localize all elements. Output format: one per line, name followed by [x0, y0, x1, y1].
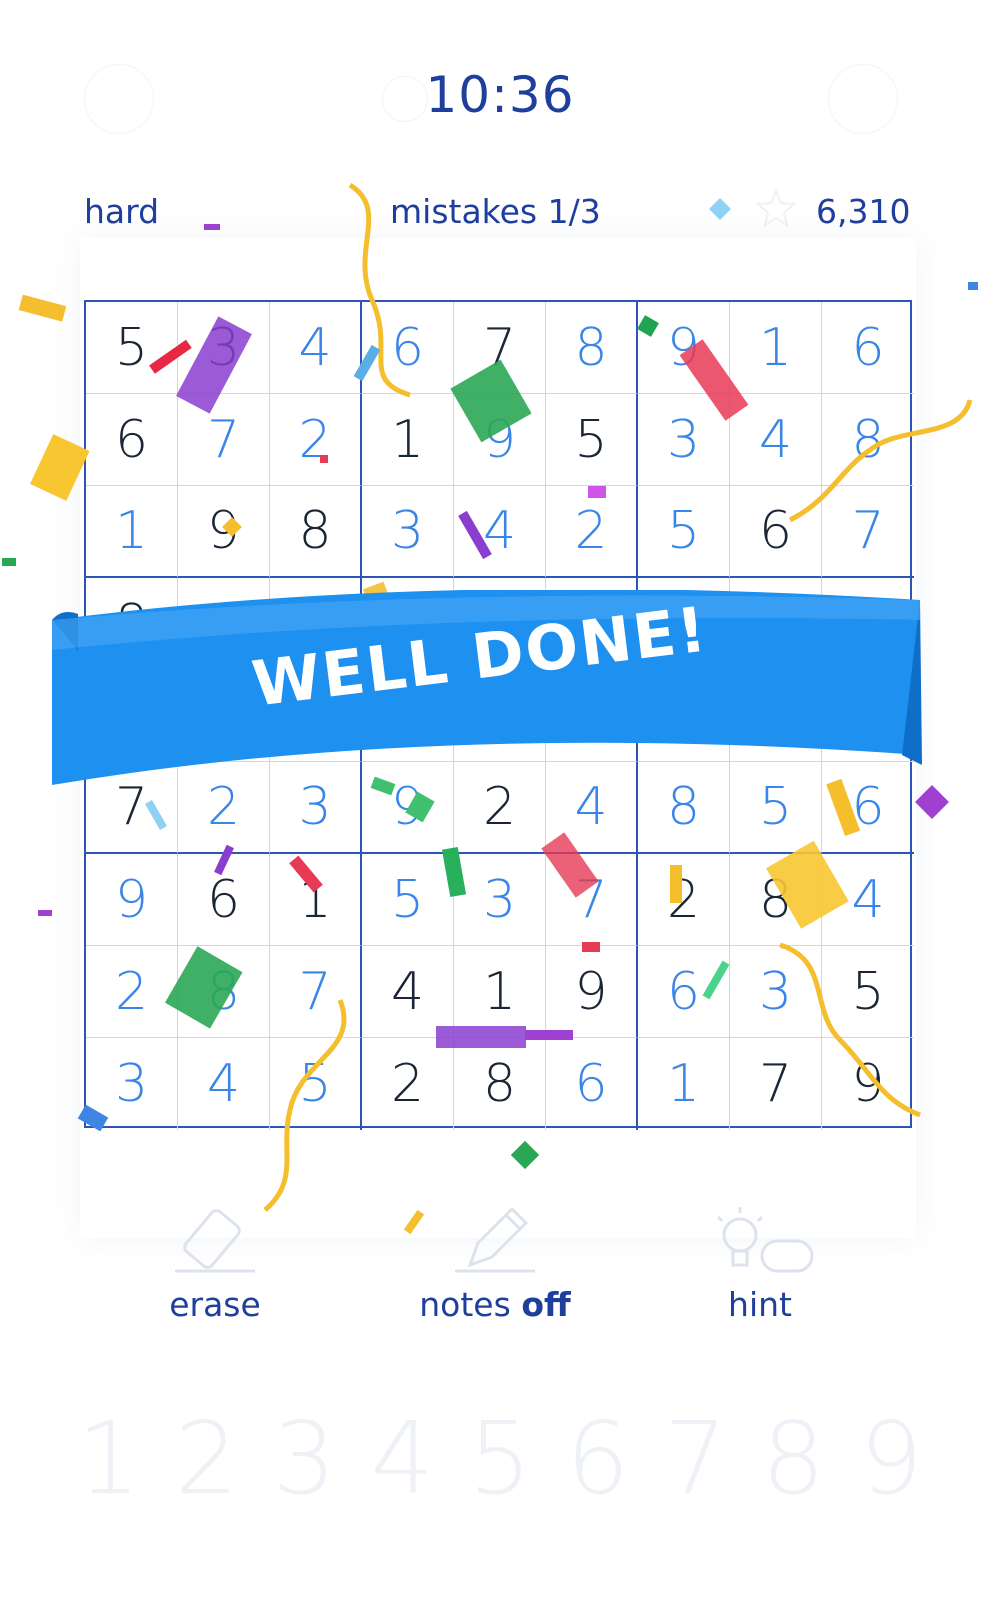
notes-label: notes off	[395, 1285, 595, 1324]
grid-cell[interactable]: 6	[546, 1038, 638, 1130]
grid-cell[interactable]: 8	[178, 946, 270, 1038]
grid-cell[interactable]: 3	[362, 486, 454, 578]
notes-state: off	[521, 1285, 571, 1324]
number-pad: 123456789	[60, 1400, 940, 1517]
grid-cell[interactable]: 8	[86, 578, 178, 670]
grid-cell[interactable]: 8	[454, 1038, 546, 1130]
grid-cell[interactable]: 6	[178, 854, 270, 946]
grid-cell[interactable]: 2	[178, 762, 270, 854]
grid-cell[interactable]: 6	[362, 302, 454, 394]
grid-cell[interactable]: 9	[362, 762, 454, 854]
hint-label: hint	[728, 1285, 792, 1324]
grid-cell[interactable]: 5	[270, 1038, 362, 1130]
grid-cell[interactable]: 8	[270, 486, 362, 578]
number-key[interactable]: 4	[353, 1400, 451, 1517]
grid-cell[interactable]: 9	[178, 486, 270, 578]
grid-cell[interactable]: 4	[730, 394, 822, 486]
grid-cell[interactable]: 9	[546, 946, 638, 1038]
grid-cell[interactable]: 6	[822, 762, 914, 854]
grid-cell[interactable]: 6	[638, 946, 730, 1038]
grid-cell[interactable]: 5	[546, 394, 638, 486]
grid-cell[interactable]: 9	[454, 394, 546, 486]
grid-cell[interactable]	[546, 670, 638, 762]
game-timer: 10:36	[425, 66, 575, 124]
grid-cell[interactable]: 1	[638, 1038, 730, 1130]
grid-cell[interactable]: 4	[546, 762, 638, 854]
number-key[interactable]: 1	[60, 1400, 158, 1517]
grid-cell[interactable]: 4	[454, 486, 546, 578]
grid-cell[interactable]: 7	[178, 394, 270, 486]
grid-cell[interactable]	[730, 670, 822, 762]
grid-cell[interactable]: 1	[362, 394, 454, 486]
grid-cell[interactable]: 7	[454, 302, 546, 394]
difficulty-label: hard	[84, 192, 160, 231]
grid-cell[interactable]: 8	[546, 302, 638, 394]
grid-cell[interactable]: 2	[638, 854, 730, 946]
grid-cell[interactable]: 6	[86, 394, 178, 486]
erase-button[interactable]: erase	[115, 1205, 315, 1324]
number-key[interactable]: 8	[744, 1400, 842, 1517]
grid-cell[interactable]: 7	[86, 762, 178, 854]
grid-cell[interactable]: 3	[178, 302, 270, 394]
grid-cell[interactable]: 7	[730, 1038, 822, 1130]
grid-cell[interactable]: 1	[454, 946, 546, 1038]
number-key[interactable]: 3	[256, 1400, 354, 1517]
grid-cell[interactable]: 5	[362, 854, 454, 946]
grid-cell[interactable]: 4	[362, 946, 454, 1038]
hint-button[interactable]: hint	[660, 1205, 860, 1324]
grid-cell[interactable]: 1	[270, 854, 362, 946]
grid-cell[interactable]: 3	[270, 762, 362, 854]
grid-cell[interactable]: 2	[86, 946, 178, 1038]
grid-cell[interactable]	[86, 670, 178, 762]
grid-cell[interactable]: 3	[86, 1038, 178, 1130]
grid-cell[interactable]: 9	[822, 1038, 914, 1130]
score-value: 6,310	[816, 192, 911, 231]
grid-cell[interactable]: 5	[730, 762, 822, 854]
number-key[interactable]: 2	[158, 1400, 256, 1517]
grid-cell[interactable]: 3	[822, 578, 914, 670]
number-key[interactable]: 6	[549, 1400, 647, 1517]
grid-cell[interactable]: 4	[822, 854, 914, 946]
grid-cell[interactable]: 8	[730, 854, 822, 946]
grid-cell[interactable]: 3	[638, 394, 730, 486]
grid-cell[interactable]: 8	[822, 394, 914, 486]
grid-cell[interactable]: 5	[86, 302, 178, 394]
number-key[interactable]: 5	[451, 1400, 549, 1517]
grid-cell[interactable]: 2	[362, 1038, 454, 1130]
grid-cell[interactable]: 5	[638, 486, 730, 578]
notes-prefix: notes	[419, 1285, 511, 1324]
grid-cell[interactable]: 2	[270, 394, 362, 486]
grid-cell[interactable]: 7	[270, 946, 362, 1038]
grid-cell[interactable]: 7	[822, 486, 914, 578]
number-key[interactable]: 7	[647, 1400, 745, 1517]
pencil-icon	[455, 1206, 535, 1273]
grid-cell[interactable]: 7	[546, 854, 638, 946]
grid-cell[interactable]: 5	[822, 946, 914, 1038]
eraser-icon	[175, 1209, 255, 1273]
notes-toggle[interactable]: notes off	[395, 1205, 595, 1324]
diamond-icon	[709, 198, 731, 220]
grid-cell[interactable]	[638, 670, 730, 762]
grid-cell[interactable]: 8	[638, 762, 730, 854]
grid-cell[interactable]: 9	[638, 302, 730, 394]
grid-cell[interactable]: 4	[270, 302, 362, 394]
grid-cell[interactable]: 1	[86, 486, 178, 578]
grid-cell[interactable]: 2	[454, 762, 546, 854]
star-icon	[756, 188, 796, 228]
mistakes-counter: mistakes 1/3	[390, 192, 601, 231]
erase-label: erase	[169, 1285, 261, 1324]
grid-cell[interactable]: 9	[86, 854, 178, 946]
grid-cell[interactable]: 1	[730, 302, 822, 394]
grid-cell[interactable]: 4	[178, 1038, 270, 1130]
grid-cell[interactable]: 6	[730, 486, 822, 578]
grid-cell[interactable]: 3	[730, 946, 822, 1038]
grid-cell[interactable]: 6	[822, 302, 914, 394]
grid-cell[interactable]: 2	[546, 486, 638, 578]
grid-cell[interactable]: 3	[454, 854, 546, 946]
lightbulb-icon	[716, 1207, 814, 1273]
number-key[interactable]: 9	[842, 1400, 940, 1517]
grid-cell[interactable]	[822, 670, 914, 762]
